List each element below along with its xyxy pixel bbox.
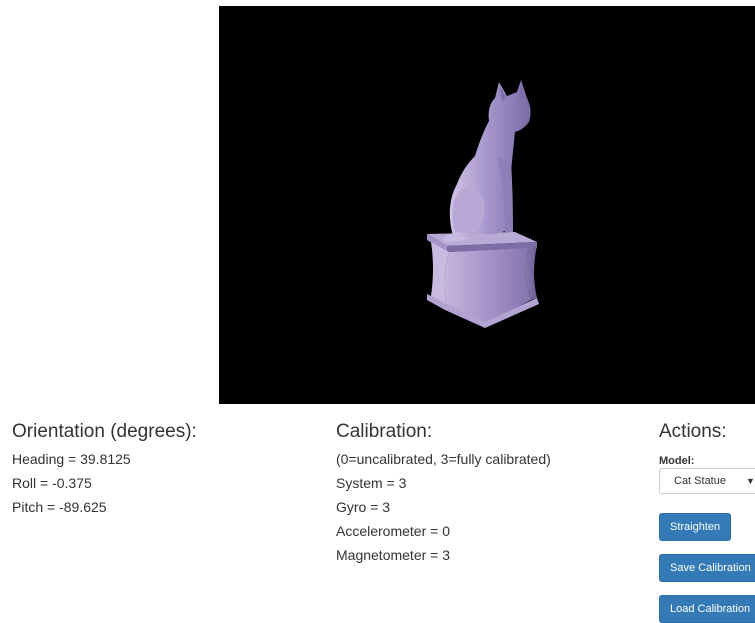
accelerometer-calibration-value: Accelerometer = 0 <box>336 523 450 539</box>
calibration-legend: (0=uncalibrated, 3=fully calibrated) <box>336 451 551 467</box>
3d-viewport[interactable] <box>219 6 755 404</box>
straighten-button[interactable]: Straighten <box>659 513 732 541</box>
orientation-title: Orientation (degrees): <box>12 421 197 442</box>
save-calibration-button[interactable]: Save Calibration <box>659 554 755 582</box>
magnetometer-calibration-value: Magnetometer = 3 <box>336 547 451 563</box>
caret-down-icon: ▼ <box>746 476 755 486</box>
roll-value: Roll = -0.375 <box>12 475 92 491</box>
calibration-title: Calibration: <box>336 421 433 442</box>
heading-value: Heading = 39.8125 <box>12 451 131 467</box>
model-label: Model: <box>659 455 695 467</box>
gyro-calibration-value: Gyro = 3 <box>336 499 391 515</box>
system-calibration-value: System = 3 <box>336 475 407 491</box>
pitch-value: Pitch = -89.625 <box>12 499 107 515</box>
load-calibration-button[interactable]: Load Calibration <box>659 595 755 623</box>
model-select-value: Cat Statue <box>674 475 726 487</box>
model-select[interactable]: Cat Statue ▼ <box>659 468 755 494</box>
cat-statue-render <box>427 80 539 328</box>
actions-title: Actions: <box>659 421 727 442</box>
